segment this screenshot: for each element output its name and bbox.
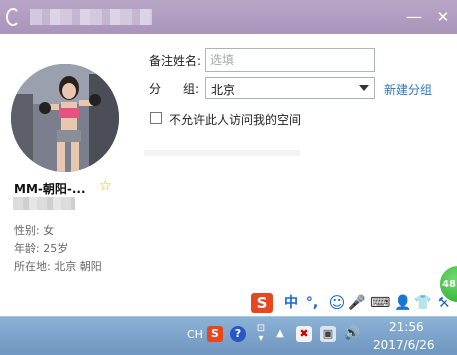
nickname: MM-朝阳-... — [14, 182, 86, 196]
avatar[interactable] — [11, 64, 119, 172]
blurred-account — [13, 197, 75, 210]
star-icon[interactable]: ☆ — [99, 178, 112, 194]
block-space-label[interactable]: 不允许此人访问我的空间 — [169, 111, 301, 128]
show-hidden-icons[interactable]: ▲ — [272, 326, 288, 342]
speaker-icon[interactable]: 🔊 — [344, 326, 360, 342]
new-group-link[interactable]: 新建分组 — [384, 81, 432, 98]
chevron-down-icon[interactable] — [359, 85, 369, 91]
keyboard-icon[interactable]: ⌨ — [370, 293, 390, 313]
group-label: 分 组: — [149, 80, 199, 97]
title-bar: — ✕ — [0, 0, 457, 34]
avatar-photo — [11, 64, 119, 172]
remark-input[interactable] — [205, 48, 375, 72]
remark-label: 备注姓名: — [149, 54, 202, 68]
group-label-right: 组: — [183, 82, 200, 96]
floating-ball-number: 48 — [442, 279, 456, 290]
emoji-icon[interactable]: ☺ — [328, 293, 346, 313]
user-icon[interactable]: 👤 — [394, 293, 411, 313]
display-icon[interactable]: ▣ — [320, 326, 336, 342]
help-icon[interactable]: ? — [230, 326, 246, 342]
minimize-button[interactable]: — — [404, 7, 424, 27]
qq-logo-icon — [6, 8, 20, 26]
skin-shirt-icon[interactable]: 👕 — [414, 293, 432, 313]
clock-date[interactable]: 2017/6/26 — [373, 338, 435, 352]
taskbar: CH S ? ⊡ ▾ ▲ ✖ ▣ 🔊 21:56 2017/6/26 — [0, 316, 457, 355]
ime-mode-toggle[interactable]: 中 — [282, 293, 300, 313]
age-info: 年龄: 25岁 — [14, 242, 69, 255]
action-center-icon[interactable]: ✖ — [296, 326, 312, 342]
sogou-tray-icon[interactable]: S — [207, 326, 223, 342]
language-indicator[interactable]: CH — [187, 328, 203, 341]
location-info: 所在地: 北京 朝阳 — [14, 260, 102, 273]
punctuation-icon[interactable]: °, — [304, 293, 320, 313]
network-icon[interactable]: ⊡ ▾ — [254, 324, 268, 344]
sogou-logo-icon[interactable]: S — [251, 293, 273, 313]
ime-toolbar: S 中 °, ☺ 🎤 ⌨ 👤 👕 ⚒ — [244, 290, 457, 316]
divider — [144, 150, 300, 156]
group-value: 北京 — [211, 83, 236, 97]
block-space-checkbox[interactable] — [150, 112, 162, 124]
microphone-icon[interactable]: 🎤 — [348, 293, 365, 313]
nickname-row: MM-朝阳-... ☆ — [14, 178, 124, 196]
close-button[interactable]: ✕ — [433, 7, 453, 27]
blurred-title — [30, 9, 152, 25]
gender-info: 性别: 女 — [14, 224, 55, 237]
clock-time[interactable]: 21:56 — [389, 320, 424, 334]
group-label-left: 分 — [149, 82, 162, 96]
group-select[interactable]: 北京 — [205, 77, 375, 99]
